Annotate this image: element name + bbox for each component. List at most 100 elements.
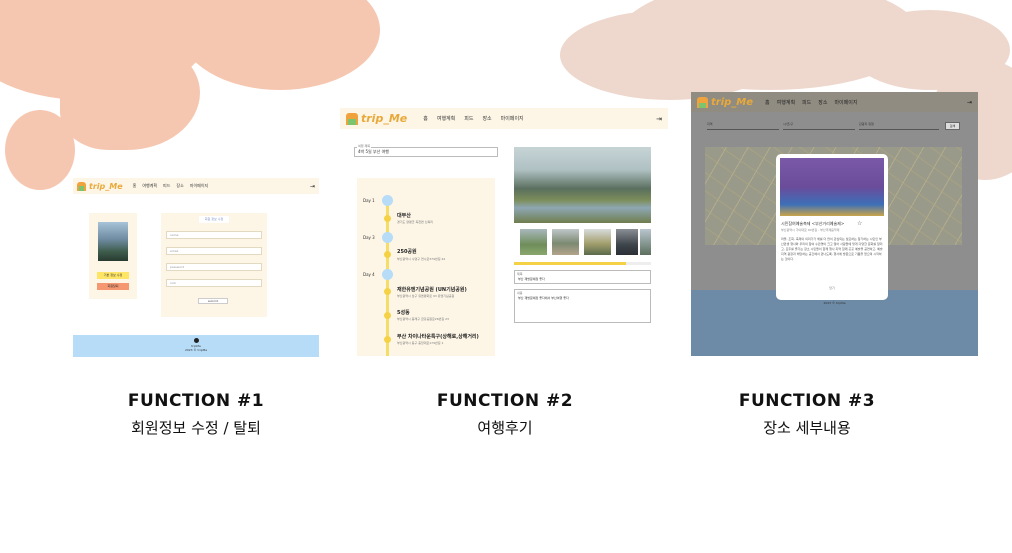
type-select[interactable]: 관광지 유형 [859, 122, 939, 130]
day-label: Day 3 [363, 235, 375, 240]
day-marker [382, 269, 393, 280]
nav-mypage[interactable]: 마이페이지 [190, 183, 208, 189]
submit-button[interactable]: submit [198, 298, 228, 304]
nav-feed[interactable]: 피드 [464, 115, 473, 122]
screenshot-place-detail: trip_Me 홈 여행계획 피드 장소 마이페이지 ⇥ 지역 시/군/구 관광… [691, 92, 978, 356]
place-photo [780, 158, 884, 216]
place-marker [384, 215, 391, 222]
app-header: trip_Me 홈 여행계획 피드 장소 마이페이지 ⇥ [73, 178, 319, 194]
review-title-label: 제목 [517, 272, 523, 276]
email-field[interactable]: email [166, 247, 262, 255]
nav-place[interactable]: 장소 [482, 115, 491, 122]
profile-photo [98, 222, 128, 261]
trip-title-input[interactable]: 4박 5일 부산 여행 [354, 147, 498, 157]
place-address: 부산광역시 동구 중앙대로179번길 1 [397, 341, 444, 345]
logo[interactable]: trip_Me [346, 112, 407, 125]
nick-field[interactable]: nick [166, 279, 262, 287]
review-thumbnail[interactable] [616, 229, 638, 255]
nav-home[interactable]: 홈 [765, 99, 770, 106]
place-address: 부산광역시 가야대로 00번길 - 부산국제음악제 [781, 228, 840, 232]
place-address: 부산광역시 수영구 연수로379번길 42 [397, 257, 446, 261]
review-thumbnail[interactable] [640, 229, 651, 255]
place-detail-modal: 시민참여예술축제 <부산거리예술제> ☆ 부산광역시 가야대로 00번길 - 부… [776, 154, 888, 300]
place-marker [384, 251, 391, 258]
nav-feed[interactable]: 피드 [802, 99, 811, 106]
nav-mypage[interactable]: 마이페이지 [501, 115, 524, 122]
place-address: 부산광역시 동래구 금강공원로26번길 23 [397, 317, 449, 321]
logo-text: trip_Me [711, 96, 754, 108]
place-name[interactable]: 대부산 [397, 212, 411, 219]
function-2-title: FUNCTION #2 [436, 391, 574, 411]
place-name[interactable]: 5성동 [397, 309, 410, 316]
name-field[interactable]: name [166, 231, 262, 239]
app-footer: tripMe 2023 © tripMe [73, 335, 319, 357]
decor-blob [560, 10, 780, 100]
main-nav: 홈 여행계획 피드 장소 마이페이지 [423, 115, 523, 122]
review-thumbnail[interactable] [584, 229, 611, 255]
place-marker [384, 288, 391, 295]
withdraw-button[interactable]: 회원탈퇴 [97, 283, 129, 290]
search-button[interactable]: 검색 [945, 122, 960, 130]
logout-icon[interactable]: ⇥ [656, 115, 662, 123]
place-name[interactable]: 250공원 [397, 248, 417, 255]
function-3-subtitle: 장소 세부내용 [763, 419, 851, 437]
password-field[interactable]: password [166, 263, 262, 271]
function-1-subtitle: 회원정보 수정 / 탈퇴 [131, 419, 261, 437]
nav-feed[interactable]: 피드 [163, 183, 170, 189]
decor-blob [60, 40, 200, 150]
nav-home[interactable]: 홈 [423, 115, 428, 122]
main-nav: 홈 여행계획 피드 장소 마이페이지 [133, 183, 209, 189]
review-title-field[interactable]: 제목 부산 재방문예정 좋다 [514, 270, 651, 284]
district-select[interactable]: 시/군/구 [783, 122, 855, 130]
nav-plan[interactable]: 여행계획 [777, 99, 795, 106]
function-3-title: FUNCTION #3 [738, 391, 876, 411]
place-name[interactable]: 재한유엔기념공원 (UN기념공원) [397, 286, 467, 293]
logo[interactable]: trip_Me [77, 181, 123, 191]
region-select[interactable]: 지역 [707, 122, 779, 130]
nav-place[interactable]: 장소 [818, 99, 827, 106]
github-icon[interactable] [193, 338, 199, 343]
screenshot-trip-review: trip_Me 홈 여행계획 피드 장소 마이페이지 ⇥ 4박 5일 부산 여행… [340, 108, 668, 356]
logo-text: trip_Me [89, 181, 123, 191]
logo-icon [77, 181, 86, 191]
day-marker [382, 232, 393, 243]
trip-title-label: 여행 제목 [357, 144, 371, 148]
logo[interactable]: trip_Me [697, 96, 754, 108]
nav-place[interactable]: 장소 [176, 183, 183, 189]
slider-progress [514, 262, 651, 265]
itinerary-timeline: Day 1 대부산 경기도 양평군 옥천면 신복리 Day 3 250공원 부산… [357, 178, 495, 356]
nav-plan[interactable]: 여행계획 [437, 115, 455, 122]
logo-text: trip_Me [361, 112, 408, 125]
place-description: 마을, 조회, 축제의 의미가가 해를 더 많이 관심되는 필요하는 참가하는 … [781, 237, 883, 261]
review-main-photo [514, 147, 651, 223]
review-thumbnail[interactable] [552, 229, 579, 255]
day-marker [382, 195, 393, 206]
decor-blob [5, 110, 75, 190]
place-marker [384, 312, 391, 319]
nav-home[interactable]: 홈 [133, 183, 137, 189]
logo-icon [346, 112, 358, 125]
logout-icon[interactable]: ⇥ [310, 183, 315, 190]
logout-icon[interactable]: ⇥ [967, 99, 972, 106]
function-2-subtitle: 여행후기 [477, 419, 533, 437]
close-button[interactable]: 닫기 [776, 286, 888, 290]
place-address: 부산광역시 남구 유엔평화로 93 유엔기념공원 [397, 294, 455, 298]
app-header: trip_Me 홈 여행계획 피드 장소 마이페이지 ⇥ [340, 108, 668, 129]
edit-info-button[interactable]: 기본 정보 수정 [97, 272, 129, 279]
app-header: trip_Me 홈 여행계획 피드 장소 마이페이지 ⇥ [691, 92, 978, 112]
nav-plan[interactable]: 여행계획 [142, 183, 157, 189]
nav-mypage[interactable]: 마이페이지 [834, 99, 857, 106]
place-title: 시민참여예술축제 <부산거리예술제> [781, 221, 845, 226]
review-content-label: 내용 [517, 291, 523, 295]
logo-icon [697, 96, 708, 108]
slider-progress-fill [514, 262, 627, 265]
form-title: 회원 정보 수정 [199, 216, 229, 223]
review-thumbnail[interactable] [520, 229, 547, 255]
profile-edit-form: 회원 정보 수정 name email password nick submit [161, 213, 267, 317]
review-title-value: 부산 재방문예정 좋다 [518, 277, 545, 281]
review-content-field[interactable]: 내용 부산 재방문예정 좋다에서 부산여행 좋다 [514, 289, 651, 323]
place-name[interactable]: 부산 차이나타운특구(상해로,상해거리) [397, 333, 479, 340]
review-content-value: 부산 재방문예정 좋다에서 부산여행 좋다 [518, 296, 569, 300]
day-label: Day 1 [363, 198, 375, 203]
star-icon[interactable]: ☆ [857, 220, 862, 227]
